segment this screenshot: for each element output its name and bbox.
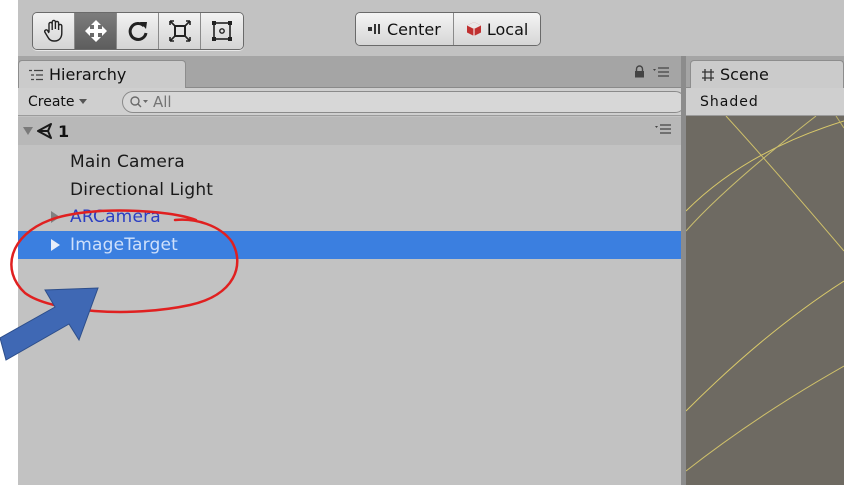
create-label: Create: [28, 94, 75, 110]
hierarchy-list-icon: [29, 69, 43, 80]
move-arrows-icon: [84, 20, 107, 42]
hierarchy-item-imagetarget[interactable]: ImageTarget: [18, 231, 681, 259]
scale-icon: [168, 20, 191, 42]
move-tool-button[interactable]: [75, 13, 117, 49]
item-label: ImageTarget: [70, 235, 179, 255]
rect-tool-button[interactable]: [201, 13, 243, 49]
scene-tab-bar: Scene: [686, 56, 844, 88]
scale-tool-button[interactable]: [159, 13, 201, 49]
local-cube-icon: [466, 22, 481, 36]
tab-hierarchy[interactable]: Hierarchy: [18, 60, 186, 88]
hierarchy-tab-tools: [634, 65, 669, 78]
search-icon: [130, 96, 148, 108]
search-field[interactable]: [122, 91, 686, 113]
hierarchy-tab-label: Hierarchy: [49, 65, 127, 84]
search-input[interactable]: [153, 93, 533, 111]
pivot-rotation-button[interactable]: Local: [453, 13, 541, 45]
unity-scene-icon: [37, 123, 52, 139]
hierarchy-panel: Hierarchy Create All 1 Main Camera Direc…: [18, 56, 686, 485]
rotate-icon: [128, 21, 147, 41]
item-label: ARCamera: [70, 207, 161, 227]
scene-root-row[interactable]: 1: [18, 117, 681, 145]
scene-menu-icon[interactable]: [655, 124, 671, 134]
hierarchy-item-main-camera[interactable]: Main Camera: [18, 148, 681, 176]
shading-mode-dropdown[interactable]: Shaded: [686, 88, 844, 116]
dropdown-arrow-icon: [78, 99, 87, 104]
shading-mode-label: Shaded: [700, 93, 759, 110]
pivot-rotation-label: Local: [486, 19, 529, 39]
lock-icon[interactable]: [634, 65, 645, 78]
hand-icon: [43, 19, 62, 42]
hierarchy-toolbar: Create: [18, 88, 686, 116]
pivot-center-icon: [368, 24, 380, 34]
unity-editor-window: Center Local Hierarchy Create All 1 Main…: [18, 0, 844, 485]
scene-name: 1: [58, 121, 70, 141]
scene-viewport[interactable]: [685, 115, 844, 485]
expand-arrow-icon[interactable]: [51, 211, 60, 223]
item-label: Directional Light: [70, 180, 214, 200]
toolbar: Center Local: [18, 0, 844, 56]
rect-transform-icon: [212, 21, 232, 41]
create-dropdown[interactable]: Create: [28, 92, 87, 112]
scene-grid-lines: [685, 115, 844, 472]
tab-scene[interactable]: Scene: [690, 60, 844, 88]
rotate-tool-button[interactable]: [117, 13, 159, 49]
hand-tool-button[interactable]: [33, 13, 75, 49]
grid-hash-icon: [702, 68, 714, 81]
hierarchy-tab-bar: Hierarchy: [18, 56, 681, 88]
scene-tab-label: Scene: [720, 65, 769, 84]
hierarchy-item-directional-light[interactable]: Directional Light: [18, 176, 681, 204]
pivot-mode-button[interactable]: Center: [356, 13, 454, 45]
transform-tools: [32, 12, 244, 50]
pivot-mode-label: Center: [387, 19, 441, 39]
scene-expand-arrow-icon[interactable]: [22, 126, 36, 136]
scene-panel: Scene Shaded: [685, 56, 844, 485]
expand-arrow-icon[interactable]: [51, 239, 60, 251]
hierarchy-item-arcamera[interactable]: ARCamera: [18, 203, 681, 231]
pivot-controls: Center Local: [355, 12, 542, 46]
item-label: Main Camera: [70, 152, 185, 172]
panel-menu-icon[interactable]: [653, 66, 669, 77]
